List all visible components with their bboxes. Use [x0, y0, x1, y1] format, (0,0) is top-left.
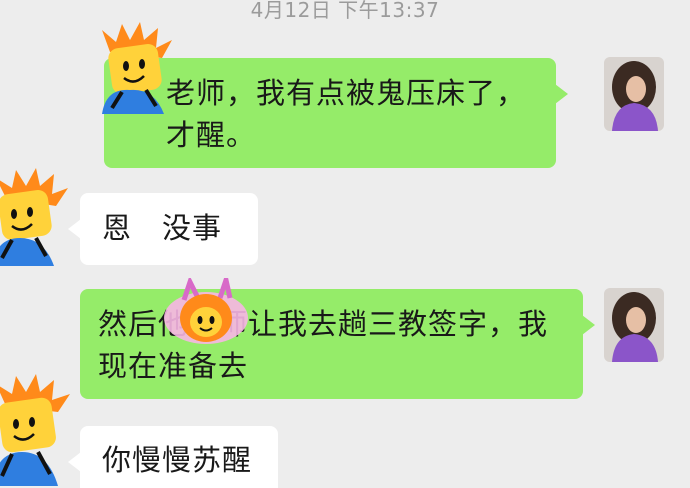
message-text: 老师，我有点被鬼压床了，才醒。 [166, 76, 527, 152]
my-avatar[interactable] [604, 288, 664, 362]
other-avatar-sticker[interactable] [0, 168, 70, 268]
chat-timestamp: 4月12日 下午13:37 [250, 0, 440, 22]
chat-window: 4月12日 下午13:37 老师，我有点被鬼压床了，才醒。 恩 没事 然后他老师… [0, 0, 690, 488]
photo-avatar-icon [604, 288, 664, 362]
message-text: 恩 没事 [102, 211, 223, 245]
photo-avatar-icon [604, 57, 664, 131]
my-avatar[interactable] [604, 57, 664, 131]
message-bubble-mine[interactable]: 然后他老师让我去趟三教签字，我现在准备去 [80, 289, 595, 399]
message-bubble-theirs[interactable]: 恩 没事 [68, 193, 258, 265]
message-bubble-theirs[interactable]: 你慢慢苏醒 [68, 426, 278, 488]
other-avatar-sticker[interactable] [0, 372, 74, 488]
cartoon-face-sticker-icon [102, 22, 172, 114]
cartoon-face-sticker-icon [164, 278, 248, 344]
message-text: 你慢慢苏醒 [102, 443, 253, 477]
